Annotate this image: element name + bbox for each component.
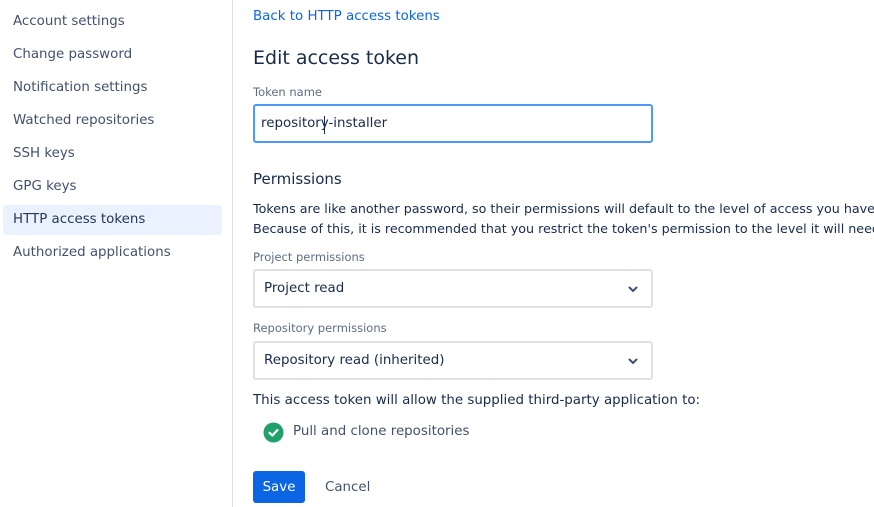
project-permissions-select[interactable]: Project read [253,269,653,308]
cancel-button[interactable]: Cancel [315,471,380,503]
sidebar-item-ssh-keys[interactable]: SSH keys [3,139,222,169]
permissions-heading: Permissions [253,170,342,188]
check-circle-icon [263,422,284,443]
sidebar-item-change-password[interactable]: Change password [3,40,222,70]
back-to-tokens-link[interactable]: Back to HTTP access tokens [253,9,440,24]
permissions-description-line-1: Tokens are like another password, so the… [253,201,874,216]
project-permissions-label: Project permissions [253,250,365,264]
sidebar-item-gpg-keys[interactable]: GPG keys [3,172,222,202]
repository-permissions-label: Repository permissions [253,321,387,335]
allow-description: This access token will allow the supplie… [253,393,701,408]
repository-permissions-value: Repository read (inherited) [264,353,445,368]
sidebar: Account settings Change password Notific… [0,0,233,507]
project-permissions-value: Project read [264,281,345,296]
chevron-down-icon [628,286,638,292]
sidebar-item-notification-settings[interactable]: Notification settings [3,73,222,103]
sidebar-item-authorized-applications[interactable]: Authorized applications [3,238,222,268]
page-title: Edit access token [253,47,420,69]
allowed-action-label: Pull and clone repositories [293,424,470,439]
sidebar-item-http-access-tokens[interactable]: HTTP access tokens [3,205,222,235]
text-cursor [324,116,325,134]
repository-permissions-select[interactable]: Repository read (inherited) [253,341,653,380]
sidebar-item-watched-repositories[interactable]: Watched repositories [3,106,222,136]
token-name-label: Token name [253,85,322,99]
token-name-input[interactable] [253,104,653,143]
save-button[interactable]: Save [253,471,305,503]
permissions-description: Tokens are like another password, so the… [253,199,874,239]
sidebar-item-account-settings[interactable]: Account settings [3,7,222,37]
chevron-down-icon [628,358,638,364]
permissions-description-line-2: Because of this, it is recommended that … [253,221,874,236]
